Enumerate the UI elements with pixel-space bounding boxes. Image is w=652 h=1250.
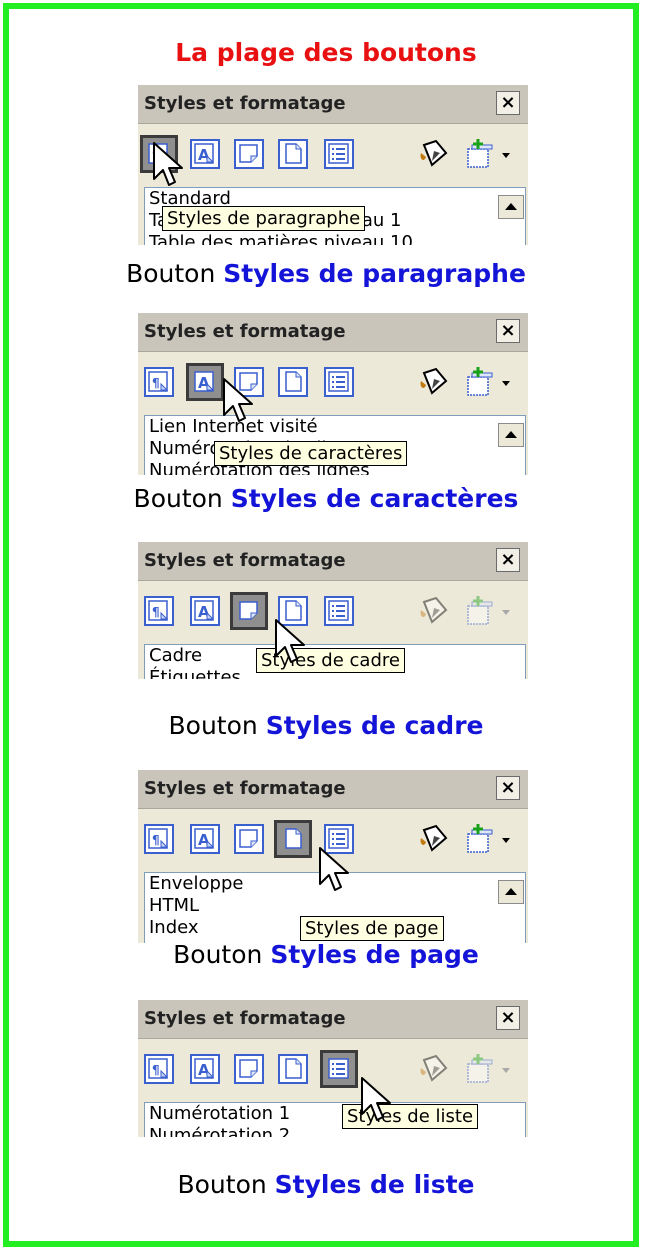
character-styles-button[interactable]: A bbox=[190, 1054, 220, 1084]
paragraph-styles-button[interactable]: ¶ bbox=[144, 824, 174, 854]
panel-title: Styles et formatage bbox=[144, 93, 346, 114]
paragraph-styles-button[interactable]: ¶ bbox=[144, 1054, 174, 1084]
list-item[interactable]: HTML bbox=[149, 895, 199, 916]
dropdown-arrow-icon[interactable] bbox=[502, 153, 510, 158]
list-item[interactable]: Étiquettes bbox=[149, 667, 241, 679]
styles-panel: Styles et formatage × ¶ A Cadre Étiquette… bbox=[138, 542, 528, 679]
character-styles-button[interactable]: A bbox=[186, 363, 224, 401]
panel-title: Styles et formatage bbox=[144, 1008, 346, 1029]
frame-styles-button[interactable] bbox=[234, 1054, 264, 1084]
fill-format-icon[interactable] bbox=[418, 139, 452, 173]
scroll-up-button[interactable] bbox=[498, 423, 524, 447]
button-caption: Bouton Styles de page bbox=[0, 940, 652, 969]
caption-button-name: Styles de caractères bbox=[230, 484, 519, 513]
list-item[interactable]: Cadre bbox=[149, 645, 202, 666]
caption-prefix: Bouton bbox=[173, 940, 263, 969]
mouse-pointer-icon bbox=[222, 377, 256, 429]
panel-title-bar: Styles et formatage × bbox=[138, 770, 528, 809]
tooltip: Styles de page bbox=[300, 916, 444, 941]
frame-styles-button[interactable] bbox=[230, 592, 268, 630]
page-styles-button[interactable] bbox=[278, 139, 308, 169]
mouse-pointer-icon bbox=[152, 141, 186, 193]
tooltip: Styles de caractères bbox=[214, 441, 408, 466]
list-item[interactable]: Table des matières niveau 10 bbox=[149, 232, 413, 245]
scroll-up-button[interactable] bbox=[498, 195, 524, 219]
close-button[interactable]: × bbox=[496, 776, 520, 800]
list-item[interactable]: Enveloppe bbox=[149, 873, 243, 894]
frame-styles-button[interactable] bbox=[234, 139, 264, 169]
caption-button-name: Styles de page bbox=[270, 940, 479, 969]
button-caption: Bouton Styles de paragraphe bbox=[0, 259, 652, 288]
new-style-icon[interactable] bbox=[464, 1054, 498, 1088]
caption-button-name: Styles de cadre bbox=[265, 711, 484, 740]
svg-text:¶: ¶ bbox=[152, 1063, 160, 1077]
new-style-icon[interactable] bbox=[464, 367, 498, 401]
caption-button-name: Styles de paragraphe bbox=[223, 259, 526, 288]
panel-title: Styles et formatage bbox=[144, 550, 346, 571]
button-caption: Bouton Styles de caractères bbox=[0, 484, 652, 513]
fill-format-icon[interactable] bbox=[418, 596, 452, 630]
page-styles-button[interactable] bbox=[274, 820, 312, 858]
page-styles-button[interactable] bbox=[278, 367, 308, 397]
list-styles-button[interactable] bbox=[324, 596, 354, 626]
fill-format-icon[interactable] bbox=[418, 1054, 452, 1088]
character-styles-button[interactable]: A bbox=[190, 596, 220, 626]
character-styles-button[interactable]: A bbox=[190, 824, 220, 854]
new-style-icon[interactable] bbox=[464, 596, 498, 630]
close-button[interactable]: × bbox=[496, 1006, 520, 1030]
mouse-pointer-icon bbox=[360, 1076, 394, 1128]
frame-styles-button[interactable] bbox=[234, 824, 264, 854]
mouse-pointer-icon bbox=[318, 846, 352, 898]
caption-prefix: Bouton bbox=[177, 1170, 267, 1199]
caption-button-name: Styles de liste bbox=[274, 1170, 475, 1199]
svg-text:¶: ¶ bbox=[152, 605, 160, 619]
character-styles-button[interactable]: A bbox=[190, 139, 220, 169]
paragraph-styles-button[interactable]: ¶ bbox=[144, 596, 174, 626]
styles-panel: Styles et formatage × ¶ A Enveloppe HTML I… bbox=[138, 770, 528, 943]
list-styles-button[interactable] bbox=[324, 367, 354, 397]
styles-panel: Styles et formatage × ¶ A Lien Internet … bbox=[138, 313, 528, 475]
close-button[interactable]: × bbox=[496, 548, 520, 572]
list-item[interactable]: Numérotation 2 bbox=[149, 1125, 290, 1137]
panel-title-bar: Styles et formatage × bbox=[138, 542, 528, 581]
list-styles-button[interactable] bbox=[320, 1050, 358, 1088]
panel-title-bar: Styles et formatage × bbox=[138, 85, 528, 124]
panel-title: Styles et formatage bbox=[144, 321, 346, 342]
caption-prefix: Bouton bbox=[133, 484, 223, 513]
page-styles-button[interactable] bbox=[278, 1054, 308, 1084]
paragraph-styles-button[interactable]: ¶ bbox=[144, 367, 174, 397]
svg-text:¶: ¶ bbox=[152, 376, 160, 390]
panel-title: Styles et formatage bbox=[144, 778, 346, 799]
dropdown-arrow-icon[interactable] bbox=[502, 610, 510, 615]
styles-panel: Styles et formatage × ¶ A StandardTable … bbox=[138, 85, 528, 245]
caption-prefix: Bouton bbox=[126, 259, 216, 288]
caption-prefix: Bouton bbox=[168, 711, 258, 740]
svg-text:¶: ¶ bbox=[152, 833, 160, 847]
close-button[interactable]: × bbox=[496, 91, 520, 115]
list-styles-button[interactable] bbox=[324, 139, 354, 169]
button-caption: Bouton Styles de liste bbox=[0, 1170, 652, 1199]
mouse-pointer-icon bbox=[274, 618, 308, 670]
close-button[interactable]: × bbox=[496, 319, 520, 343]
button-caption: Bouton Styles de cadre bbox=[0, 711, 652, 740]
fill-format-icon[interactable] bbox=[418, 367, 452, 401]
fill-format-icon[interactable] bbox=[418, 824, 452, 858]
dropdown-arrow-icon[interactable] bbox=[502, 1068, 510, 1073]
styles-panel: Styles et formatage × ¶ A Numérotation 1… bbox=[138, 1000, 528, 1137]
new-style-icon[interactable] bbox=[464, 139, 498, 173]
panel-title-bar: Styles et formatage × bbox=[138, 313, 528, 352]
tooltip: Styles de paragraphe bbox=[162, 206, 366, 231]
page-title: La plage des boutons bbox=[175, 38, 477, 67]
dropdown-arrow-icon[interactable] bbox=[502, 381, 510, 386]
dropdown-arrow-icon[interactable] bbox=[502, 838, 510, 843]
panel-title-bar: Styles et formatage × bbox=[138, 1000, 528, 1039]
list-item[interactable]: Numérotation 1 bbox=[149, 1103, 290, 1124]
scroll-up-button[interactable] bbox=[498, 880, 524, 904]
new-style-icon[interactable] bbox=[464, 824, 498, 858]
list-item[interactable]: Index bbox=[149, 917, 199, 938]
